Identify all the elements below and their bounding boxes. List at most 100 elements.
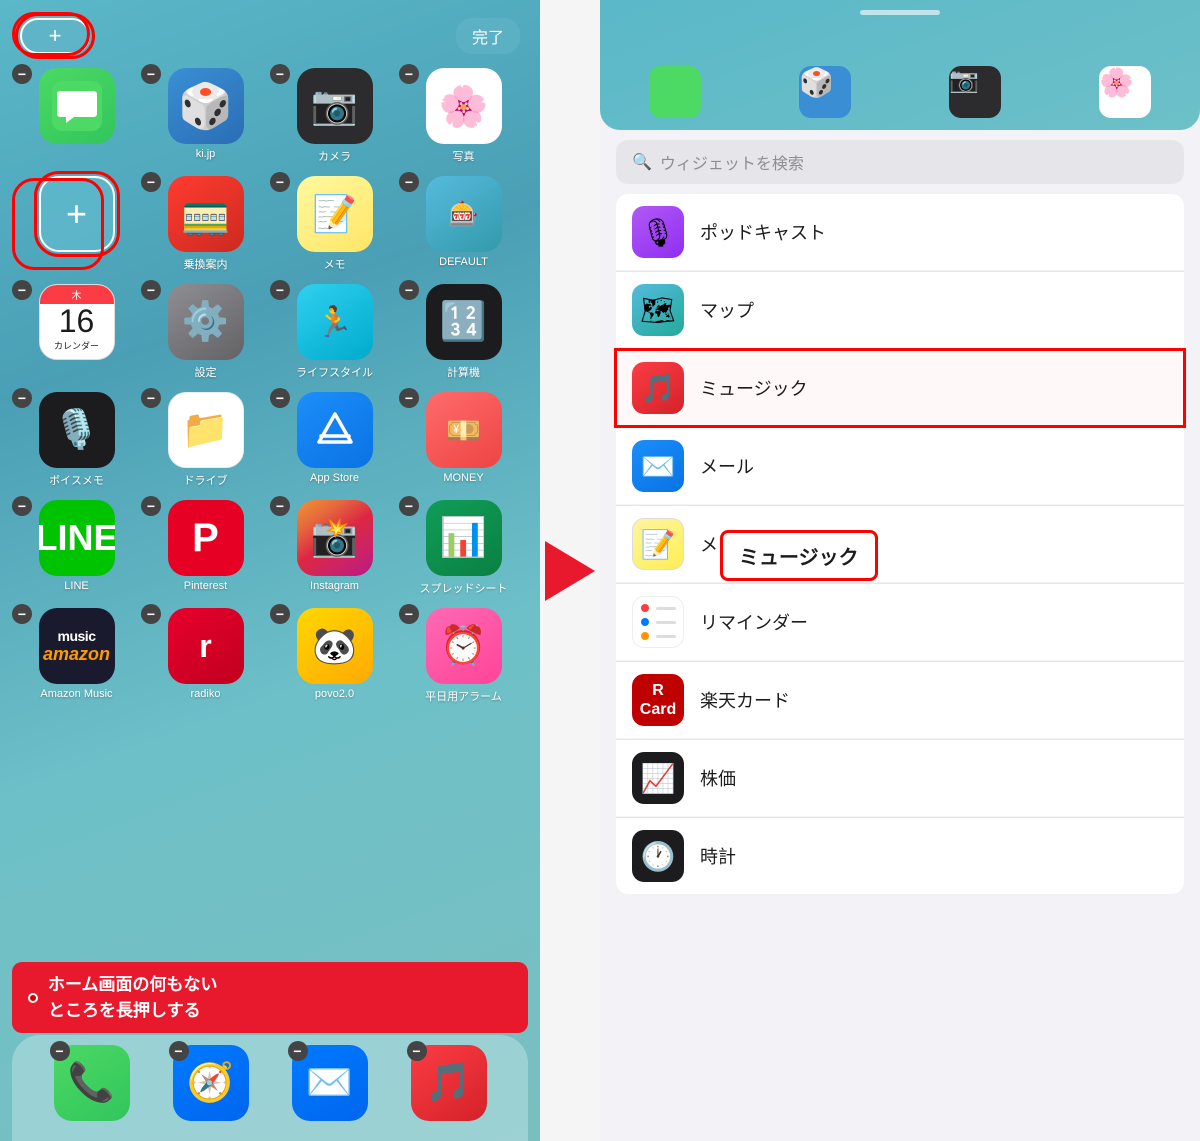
lifestyle-label: ライフスタイル xyxy=(296,364,373,380)
app-calendar[interactable]: − 木 16 カレンダー xyxy=(16,284,137,380)
settings-label: 設定 xyxy=(195,364,217,380)
app-calc[interactable]: − 🔢 計算機 xyxy=(403,284,524,380)
photos-label: 写真 xyxy=(453,148,475,164)
widget-item-rakuten[interactable]: RCard 楽天カード xyxy=(616,662,1184,738)
app-voice[interactable]: − 🎙️ ボイスメモ xyxy=(16,392,137,488)
tenki-label: ki.jp xyxy=(196,148,216,160)
app-instagram[interactable]: − 📸 Instagram xyxy=(274,500,395,596)
alarm-label: 平日用アラーム xyxy=(425,688,502,704)
app-amazon-music[interactable]: − music amazon Amazon Music xyxy=(16,608,137,704)
app-line[interactable]: − LINE LINE xyxy=(16,500,137,596)
sheets-icon: 📊 xyxy=(426,500,502,576)
add-widget-button[interactable]: + xyxy=(39,176,115,252)
phone-notch xyxy=(860,10,940,15)
music-popup-text: ミュージック xyxy=(739,547,859,569)
app-default[interactable]: − 🎰 DEFAULT xyxy=(403,176,524,272)
app-camera[interactable]: − 📷 カメラ xyxy=(274,68,395,164)
settings-icon: ⚙️ xyxy=(168,284,244,360)
widget-item-clock[interactable]: 🕐 時計 xyxy=(616,818,1184,894)
maps-label: マップ xyxy=(700,297,1168,323)
left-iphone-screen: + 完了 − − 🎲 ki.jp − 📷 カメ xyxy=(0,0,540,1141)
pinterest-icon: P xyxy=(168,500,244,576)
app-photos[interactable]: − 🌸 写真 xyxy=(403,68,524,164)
dock-phone[interactable]: − 📞 xyxy=(54,1045,130,1121)
drive-icon: 📁 xyxy=(168,392,244,468)
dock: − 📞 − 🧭 − ✉️ − 🎵 xyxy=(12,1035,528,1141)
add-button-top[interactable]: + xyxy=(20,18,90,54)
lifestyle-icon: 🏃 xyxy=(297,284,373,360)
minus-badge: − xyxy=(50,1041,70,1061)
transit-label: 乗換案内 xyxy=(184,256,228,272)
povo-icon: 🐼 xyxy=(297,608,373,684)
minus-badge: − xyxy=(12,64,32,84)
arrow-section xyxy=(540,0,600,1141)
app-radiko[interactable]: − r radiko xyxy=(145,608,266,704)
appstore-label: App Store xyxy=(310,472,359,484)
widget-item-notes[interactable]: 📝 メモ xyxy=(616,506,1184,582)
app-appstore[interactable]: − App Store xyxy=(274,392,395,488)
minus-badge: − xyxy=(12,496,32,516)
widget-item-reminders[interactable]: リマインダー xyxy=(616,584,1184,660)
search-placeholder: ウィジェットを検索 xyxy=(660,150,804,174)
app-settings[interactable]: − ⚙️ 設定 xyxy=(145,284,266,380)
minus-badge: − xyxy=(141,496,161,516)
widget-item-stocks[interactable]: 📈 株価 xyxy=(616,740,1184,816)
add-widget-item[interactable]: + xyxy=(16,176,137,272)
right-widget-panel: 🎲 📷 🌸 🔍 ウィジェットを検索 🎙 ポッドキャスト 🗺 マッ xyxy=(600,0,1200,1141)
app-lifestyle[interactable]: − 🏃 ライフスタイル xyxy=(274,284,395,380)
app-transit[interactable]: − 🚃 乗換案内 xyxy=(145,176,266,272)
app-memo[interactable]: − 📝 メモ xyxy=(274,176,395,272)
app-messages[interactable]: − xyxy=(16,68,137,164)
minus-badge: − xyxy=(399,388,419,408)
default-label: DEFAULT xyxy=(439,256,488,268)
done-button[interactable]: 完了 xyxy=(456,18,520,54)
dock-safari[interactable]: − 🧭 xyxy=(173,1045,249,1121)
minus-badge: − xyxy=(141,172,161,192)
widget-item-maps[interactable]: 🗺 マップ xyxy=(616,272,1184,348)
voice-icon: 🎙️ xyxy=(39,392,115,468)
apps-row-3: − 木 16 カレンダー − ⚙️ 設定 − 🏃 ライフスタイル − 🔢 xyxy=(0,280,540,384)
camera-label: カメラ xyxy=(318,148,351,164)
camera-icon: 📷 xyxy=(297,68,373,144)
rakuten-widget-icon: RCard xyxy=(632,674,684,726)
app-pinterest[interactable]: − P Pinterest xyxy=(145,500,266,596)
home-instruction-label: ホーム画面の何もないところを長押しする xyxy=(12,962,528,1033)
music-label: ミュージック xyxy=(700,375,1168,401)
mini-icon-camera: 📷 xyxy=(949,66,1001,118)
widget-item-mail[interactable]: ✉️ メール xyxy=(616,428,1184,504)
podcasts-widget-icon: 🎙 xyxy=(632,206,684,258)
transit-icon: 🚃 xyxy=(168,176,244,252)
dock-music[interactable]: − 🎵 xyxy=(411,1045,487,1121)
right-arrow-icon xyxy=(545,541,595,601)
sheets-label: スプレッドシート xyxy=(420,580,508,596)
mini-icon-photos: 🌸 xyxy=(1099,66,1151,118)
apps-row-4: − 🎙️ ボイスメモ − 📁 ドライブ − App Store − 💴 xyxy=(0,388,540,492)
app-tenki[interactable]: − 🎲 ki.jp xyxy=(145,68,266,164)
plus-icon: + xyxy=(49,23,62,49)
stocks-label: 株価 xyxy=(700,765,1168,791)
app-povo[interactable]: − 🐼 povo2.0 xyxy=(274,608,395,704)
minus-badge: − xyxy=(270,172,290,192)
app-drive[interactable]: − 📁 ドライブ xyxy=(145,392,266,488)
app-sheets[interactable]: − 📊 スプレッドシート xyxy=(403,500,524,596)
money-icon: 💴 xyxy=(426,392,502,468)
alarm-icon: ⏰ xyxy=(426,608,502,684)
line-label: LINE xyxy=(64,580,88,592)
minus-badge: − xyxy=(141,64,161,84)
minus-badge: − xyxy=(270,496,290,516)
music-widget-icon: 🎵 xyxy=(632,362,684,414)
apps-row-5: − LINE LINE − P Pinterest − 📸 Instagram … xyxy=(0,496,540,600)
app-alarm[interactable]: − ⏰ 平日用アラーム xyxy=(403,608,524,704)
apps-row-2: + − 🚃 乗換案内 − 📝 メモ − 🎰 DEFAULT xyxy=(0,172,540,276)
app-money[interactable]: − 💴 MONEY xyxy=(403,392,524,488)
widget-search-bar[interactable]: 🔍 ウィジェットを検索 xyxy=(616,140,1184,184)
clock-label: 時計 xyxy=(700,843,1168,869)
maps-widget-icon: 🗺 xyxy=(632,284,684,336)
widget-item-podcasts[interactable]: 🎙 ポッドキャスト xyxy=(616,194,1184,270)
widget-item-music[interactable]: 🎵 ミュージック xyxy=(616,350,1184,426)
home-instruction-text: ホーム画面の何もないところを長押しする xyxy=(48,972,218,1023)
calendar-icon: 木 16 カレンダー xyxy=(39,284,115,360)
minus-badge: − xyxy=(141,280,161,300)
dock-mail[interactable]: − ✉️ xyxy=(292,1045,368,1121)
minus-badge: − xyxy=(399,604,419,624)
